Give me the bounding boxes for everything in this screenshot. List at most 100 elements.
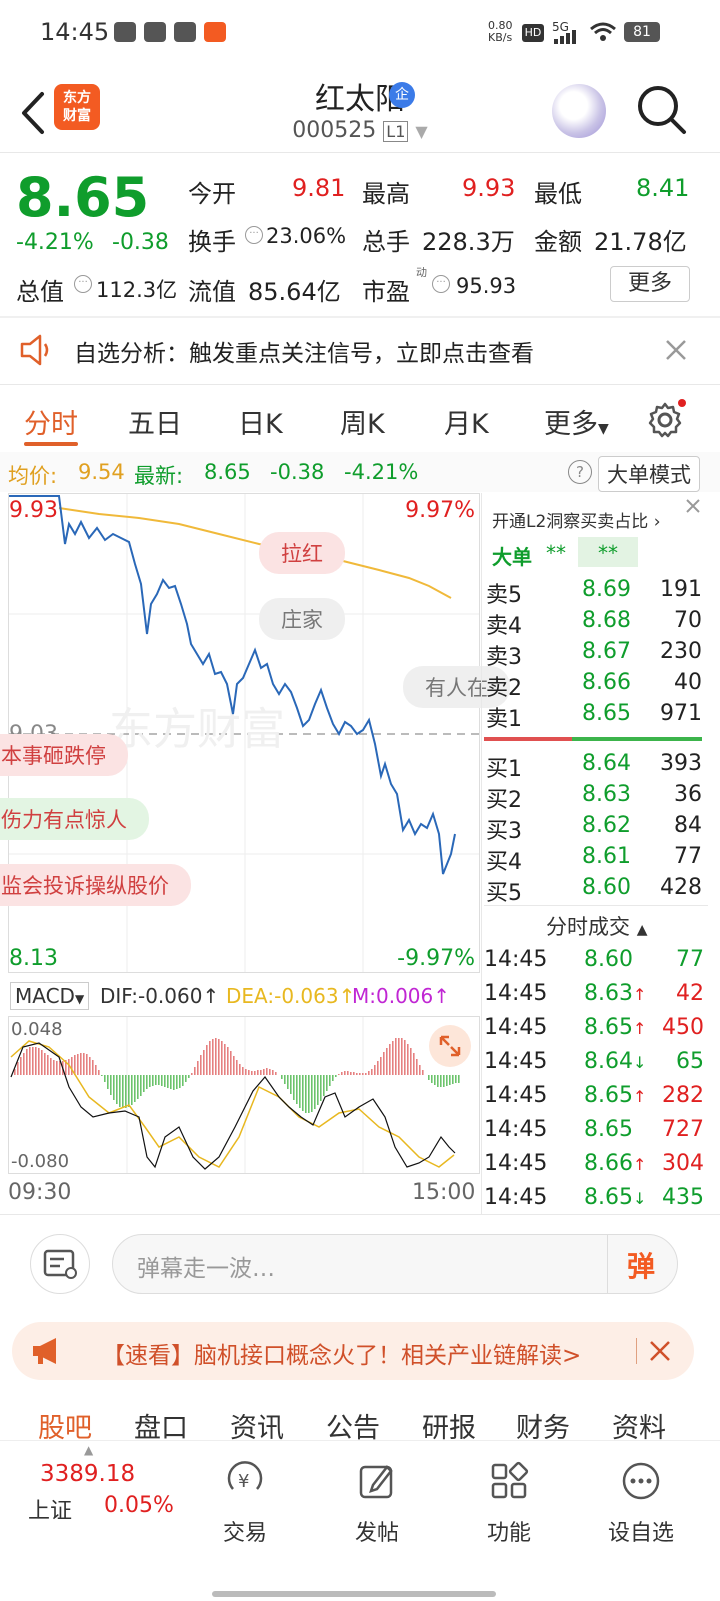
index-pct[interactable]: 0.05% bbox=[104, 1493, 174, 1518]
close-icon[interactable] bbox=[664, 338, 688, 362]
info-icon[interactable]: ··· bbox=[245, 226, 263, 244]
expand-button[interactable] bbox=[429, 1025, 471, 1067]
notice-bar[interactable]: 自选分析：触发重点关注信号，立即点击查看 bbox=[0, 318, 720, 384]
tab-intraday[interactable]: 分时 bbox=[24, 402, 78, 441]
functions-label: 功能 bbox=[486, 1521, 531, 1546]
close-icon[interactable] bbox=[684, 497, 702, 515]
macd-bar bbox=[197, 1061, 199, 1075]
macd-bar bbox=[113, 1075, 115, 1100]
macd-bar bbox=[335, 1075, 337, 1077]
danmu-send-button[interactable]: 弹 bbox=[627, 1245, 655, 1285]
trades-title[interactable]: 分时成交 ▲ bbox=[546, 911, 647, 941]
buy-price: 8.60 bbox=[582, 875, 631, 900]
trade-vol: 727 bbox=[662, 1117, 704, 1142]
search-icon[interactable] bbox=[636, 84, 688, 136]
macd-bar bbox=[56, 1061, 58, 1075]
trade-button[interactable]: ¥ 交易 bbox=[200, 1461, 290, 1547]
macd-selector[interactable]: MACD▼ bbox=[10, 982, 90, 1010]
tab-more[interactable]: 更多▼ bbox=[544, 402, 609, 441]
more-button[interactable]: 更多 bbox=[610, 266, 690, 302]
macd-bar bbox=[149, 1075, 151, 1087]
danmu-bubble: 本事砸跌停 bbox=[0, 734, 128, 776]
sell-vol: 70 bbox=[674, 608, 702, 633]
macd-bar bbox=[392, 1041, 394, 1075]
caret-up-icon: ▲ bbox=[636, 922, 648, 938]
svg-text:¥: ¥ bbox=[238, 1471, 249, 1492]
tab-weekly-k[interactable]: 周K bbox=[340, 402, 385, 441]
signal-icon bbox=[554, 30, 576, 44]
home-indicator[interactable] bbox=[212, 1591, 496, 1597]
macd-bottom-label: -0.080 bbox=[11, 1151, 70, 1172]
trades-title-text: 分时成交 bbox=[546, 915, 630, 939]
big-order-sell: ** bbox=[578, 537, 638, 567]
macd-bar bbox=[89, 1057, 91, 1075]
macd-bar bbox=[239, 1064, 241, 1075]
period-tabs: 分时 五日 日K 周K 月K 更多▼ bbox=[0, 396, 720, 448]
macd-bar bbox=[320, 1075, 322, 1101]
macd-bar bbox=[161, 1075, 163, 1086]
index-value[interactable]: 3389.18 bbox=[40, 1461, 135, 1487]
tab-monthly-k[interactable]: 月K bbox=[444, 402, 489, 441]
latest-label: 最新: bbox=[134, 464, 184, 488]
tab-daily-k[interactable]: 日K bbox=[238, 402, 283, 441]
macd-bar bbox=[404, 1040, 406, 1075]
trade-dir-icon: ↑ bbox=[632, 1019, 647, 1038]
macd-bar bbox=[422, 1070, 424, 1075]
latest-value: 8.65 bbox=[204, 460, 251, 484]
add-watchlist-label: 设自选 bbox=[607, 1521, 674, 1546]
verified-badge-icon: 企 bbox=[389, 82, 415, 108]
robot-assistant-icon[interactable] bbox=[552, 84, 606, 138]
buy-vol: 84 bbox=[674, 813, 702, 838]
macd-bar bbox=[233, 1056, 235, 1075]
sell-row-1: 卖1 8.65 971 bbox=[484, 701, 708, 732]
macd-bar bbox=[431, 1075, 433, 1083]
macd-bar bbox=[263, 1069, 265, 1075]
add-watchlist-button[interactable]: 设自选 bbox=[596, 1461, 686, 1547]
macd-bar bbox=[290, 1075, 292, 1094]
buy-price: 8.61 bbox=[582, 844, 631, 869]
sell-vol: 971 bbox=[660, 701, 702, 726]
sell-row-4: 卖4 8.68 70 bbox=[484, 608, 708, 639]
danmu-input[interactable]: 弹幕走一波… 弹 bbox=[112, 1234, 678, 1294]
macd-bar bbox=[428, 1075, 430, 1080]
macd-bar bbox=[416, 1059, 418, 1075]
index-name[interactable]: 上证 bbox=[28, 1493, 72, 1525]
buy-ratio-bar bbox=[572, 737, 702, 741]
info-icon[interactable]: ··· bbox=[432, 275, 450, 293]
close-icon[interactable] bbox=[648, 1339, 672, 1363]
intraday-chart[interactable]: 东方财富 9.93 9.97% 9.03 8.13 -9.97% 拉红 庄家 有… bbox=[0, 493, 510, 973]
turnover-label: 换手 bbox=[188, 228, 236, 256]
macd-bar bbox=[167, 1075, 169, 1088]
macd-bar bbox=[230, 1051, 232, 1075]
promo-banner[interactable]: 【速看】脑机接口概念火了！相关产业链解读> bbox=[12, 1322, 694, 1380]
post-button[interactable]: 发帖 bbox=[332, 1461, 422, 1547]
latest-change: -0.38 bbox=[270, 460, 325, 484]
macd-bar bbox=[179, 1075, 181, 1088]
macd-bar bbox=[443, 1075, 445, 1087]
buy-label: 买3 bbox=[486, 819, 522, 844]
help-icon[interactable]: ? bbox=[568, 460, 592, 484]
danmu-settings-button[interactable] bbox=[30, 1234, 90, 1294]
sell-label: 卖4 bbox=[486, 614, 522, 639]
tab-five-day[interactable]: 五日 bbox=[128, 402, 182, 441]
trade-time: 14:45 bbox=[484, 1083, 548, 1108]
big-order-mode-button[interactable]: 大单模式 bbox=[598, 456, 700, 492]
macd-bar bbox=[26, 1049, 28, 1075]
macd-chart[interactable]: 0.048 -0.080 bbox=[8, 1016, 480, 1174]
macd-bar bbox=[350, 1072, 352, 1075]
macd-m: M:0.006↑ bbox=[352, 984, 451, 1008]
info-icon[interactable]: ··· bbox=[74, 275, 92, 293]
time-end: 15:00 bbox=[412, 1180, 476, 1205]
back-icon[interactable] bbox=[14, 88, 54, 138]
trade-row: 14:45 8.64↓ 65 bbox=[484, 1049, 708, 1079]
macd-bar bbox=[53, 1060, 55, 1075]
l2-promo-link[interactable]: 开通L2洞察买卖占比 › bbox=[492, 507, 661, 532]
stock-code-row[interactable]: 000525 L1 ▼ bbox=[260, 118, 460, 143]
time-start: 09:30 bbox=[8, 1180, 72, 1205]
functions-button[interactable]: 功能 bbox=[464, 1461, 554, 1547]
tab-more-label: 更多 bbox=[544, 409, 598, 440]
macd-bar bbox=[116, 1075, 118, 1104]
float-label: 流值 bbox=[188, 278, 236, 306]
buy-price: 8.62 bbox=[582, 813, 631, 838]
settings-gear-icon[interactable] bbox=[646, 398, 686, 438]
